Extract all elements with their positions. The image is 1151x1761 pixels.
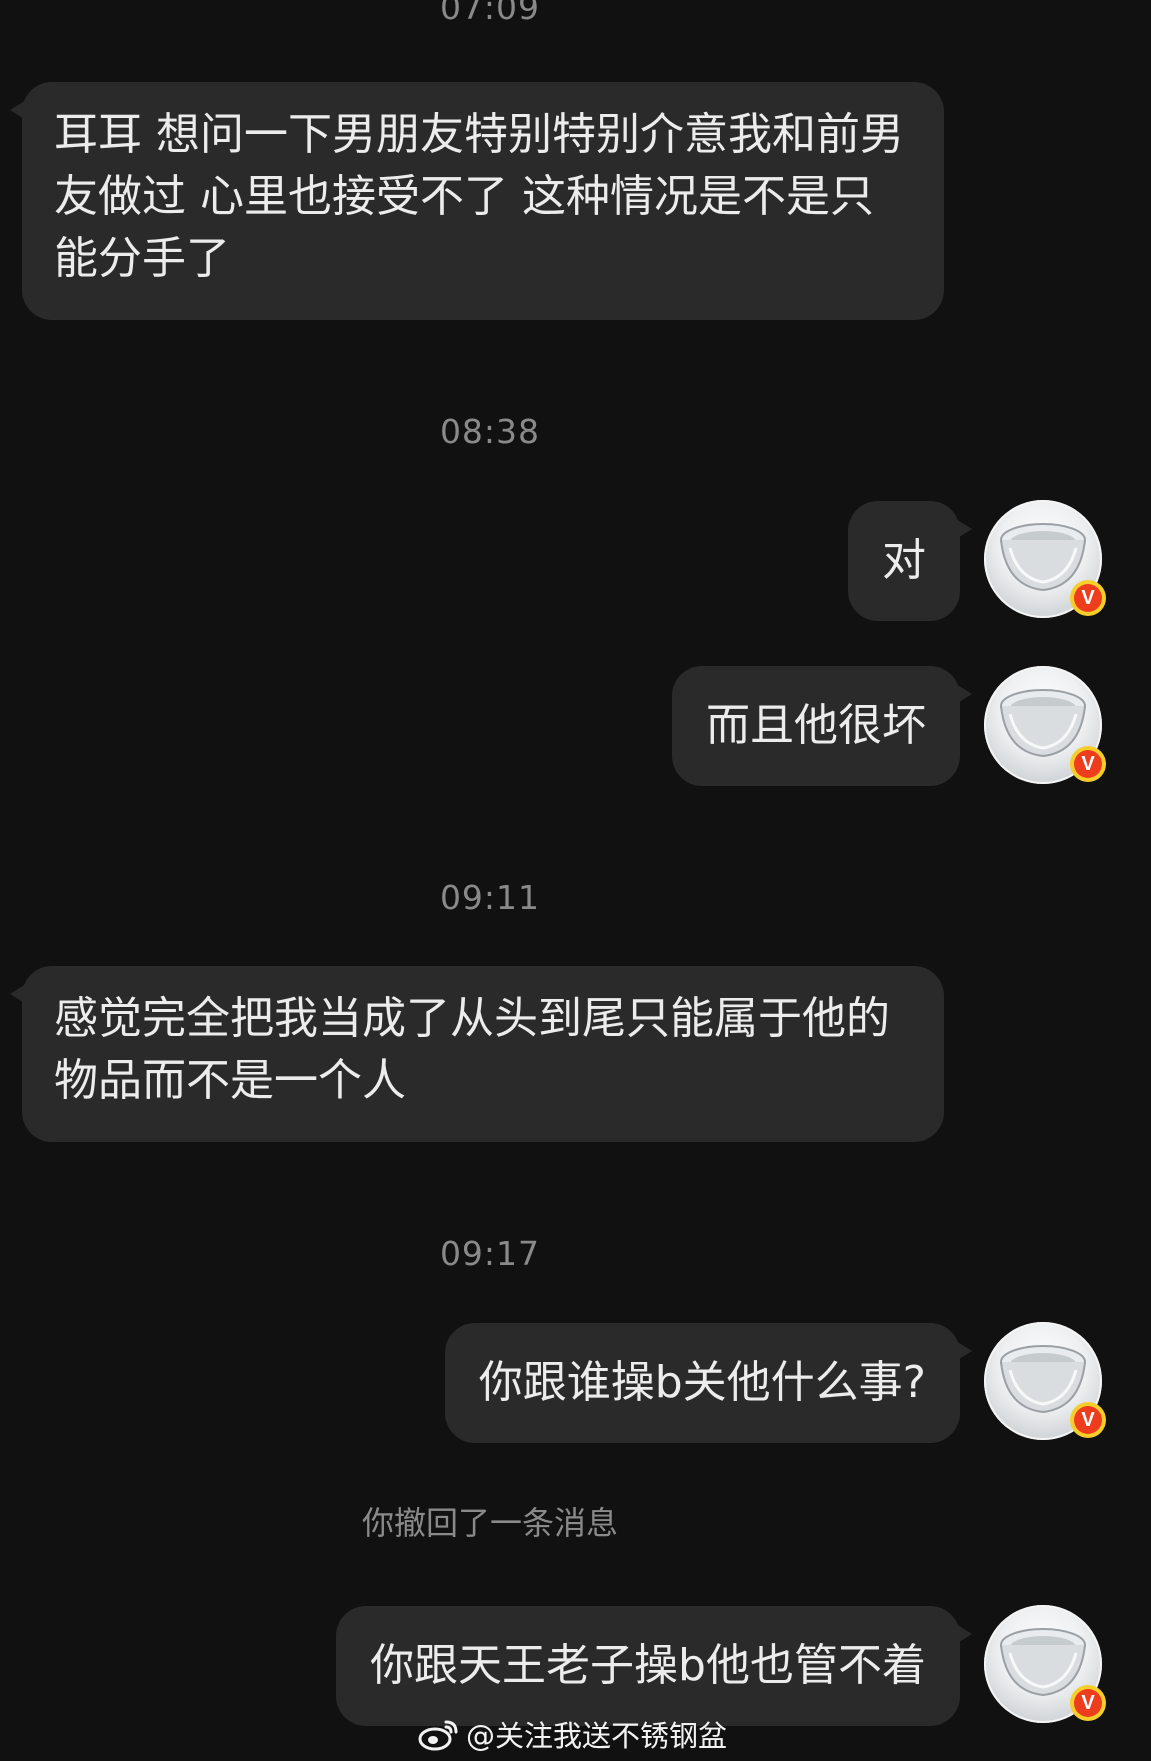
message-text: 对 xyxy=(882,535,926,586)
outgoing-message-bubble[interactable]: 而且他很坏 xyxy=(672,666,972,786)
outgoing-message-bubble[interactable]: 对 xyxy=(848,501,972,621)
verified-badge-icon: V xyxy=(1070,1685,1106,1721)
watermark: @关注我送不锈钢盆 xyxy=(418,1712,727,1756)
outgoing-message-bubble[interactable]: 你跟天王老子操b他也管不着 xyxy=(336,1606,972,1726)
steel-bowl-icon xyxy=(1000,1628,1086,1697)
message-text: 而且他很坏 xyxy=(706,700,926,751)
message-text: 你跟天王老子操b他也管不着 xyxy=(370,1640,926,1691)
avatar[interactable]: V xyxy=(984,1605,1106,1723)
avatar[interactable]: V xyxy=(984,1322,1106,1440)
timestamp: 08:38 xyxy=(439,412,541,451)
recalled-message-notice: 你撤回了一条消息 xyxy=(361,1504,618,1542)
message-text: 你跟谁操b关他什么事? xyxy=(478,1357,926,1408)
avatar[interactable]: V xyxy=(984,500,1106,618)
verified-badge-icon: V xyxy=(1070,746,1106,782)
verified-badge-icon: V xyxy=(1070,1402,1106,1438)
verified-badge-icon: V xyxy=(1070,580,1106,616)
incoming-message-bubble[interactable]: 耳耳 想问一下男朋友特别特别介意我和前男友做过 心里也接受不了 这种情况是不是只… xyxy=(10,82,944,320)
watermark-text: @关注我送不锈钢盆 xyxy=(466,1719,728,1753)
steel-bowl-icon xyxy=(1000,689,1086,758)
outgoing-message-bubble[interactable]: 你跟谁操b关他什么事? xyxy=(444,1323,973,1443)
avatar[interactable]: V xyxy=(984,666,1106,784)
timestamp: 07:09 xyxy=(439,0,541,27)
timestamp: 09:11 xyxy=(439,878,541,917)
timestamp: 09:17 xyxy=(439,1234,541,1273)
steel-bowl-icon xyxy=(1000,1345,1086,1414)
message-text: 耳耳 想问一下男朋友特别特别介意我和前男友做过 心里也接受不了 这种情况是不是只… xyxy=(54,109,904,284)
incoming-message-bubble[interactable]: 感觉完全把我当成了从头到尾只能属于他的物品而不是一个人 xyxy=(10,966,944,1142)
message-text: 感觉完全把我当成了从头到尾只能属于他的物品而不是一个人 xyxy=(54,993,890,1106)
weibo-logo-icon xyxy=(418,1720,458,1751)
steel-bowl-icon xyxy=(1000,523,1086,592)
